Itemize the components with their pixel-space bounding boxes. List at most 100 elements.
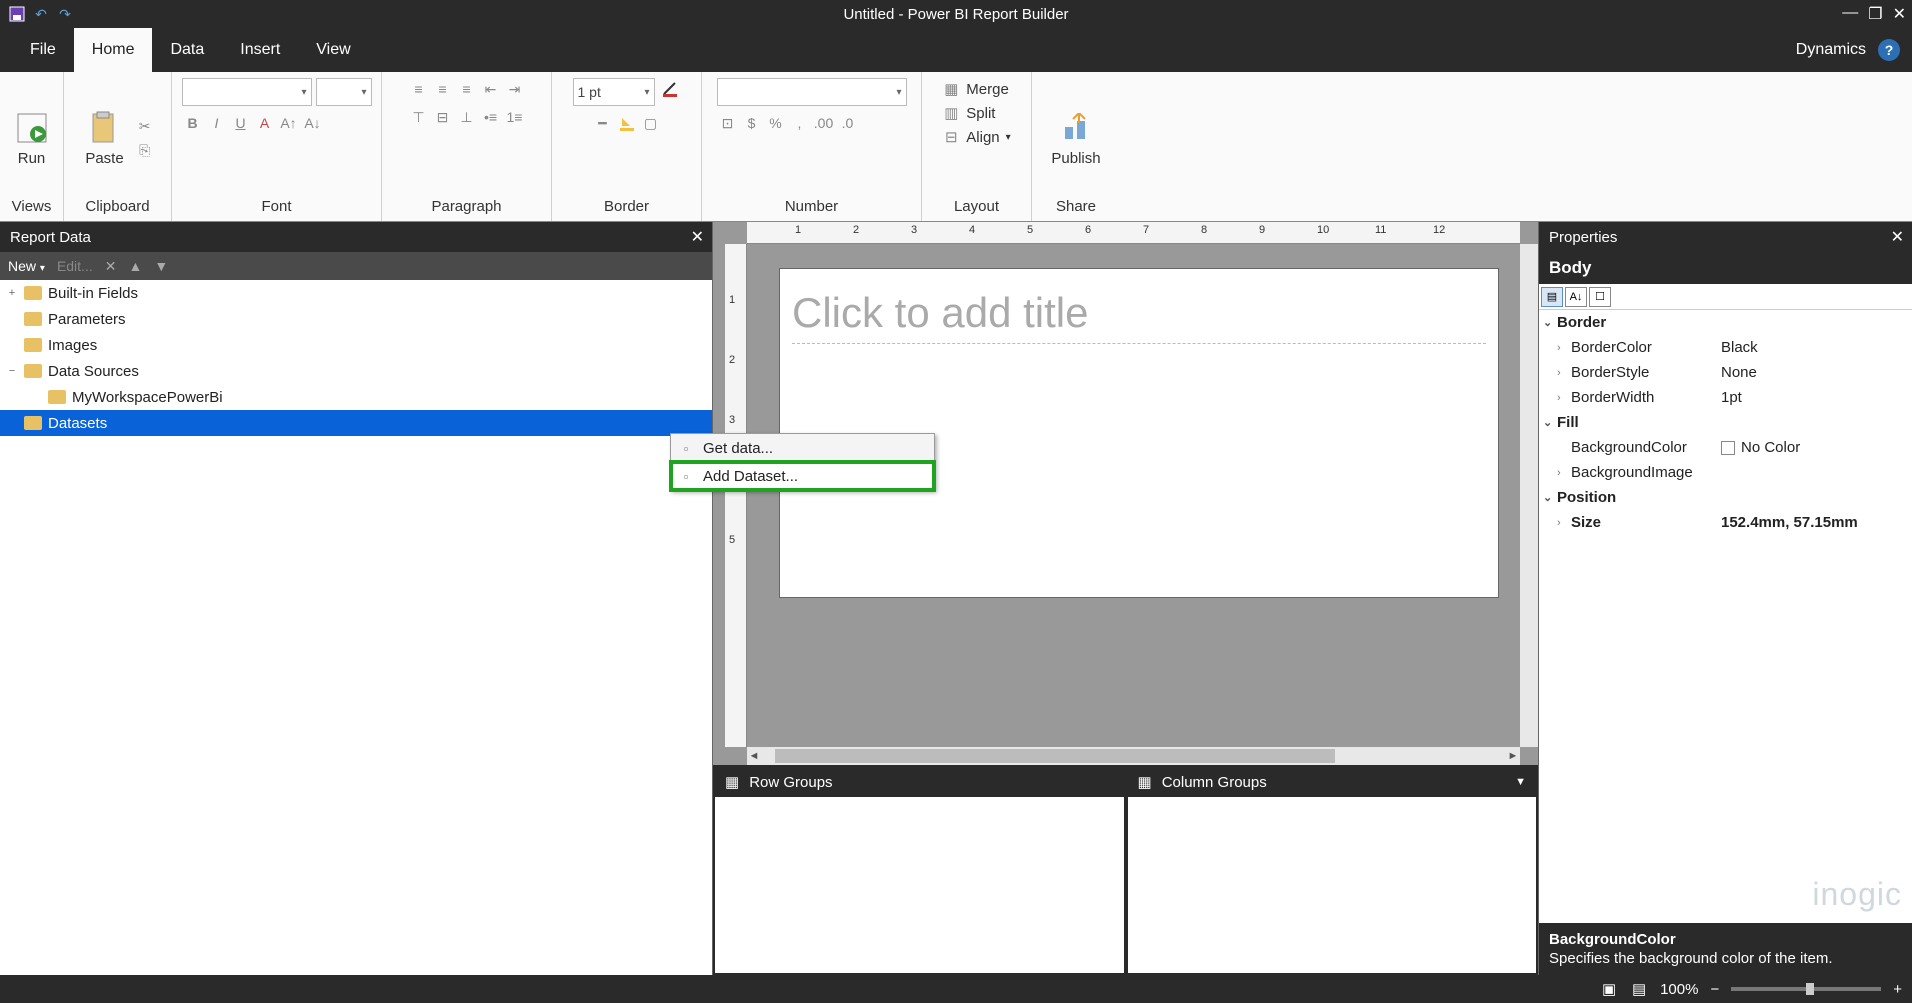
- decrease-indent-icon[interactable]: ⇤: [480, 78, 502, 100]
- alphabetical-icon[interactable]: A↓: [1565, 287, 1587, 307]
- design-surface[interactable]: 123456789101112 1 2 3 4 5 Click to add t…: [713, 222, 1538, 765]
- tree-item[interactable]: Datasets: [0, 410, 712, 436]
- border-color-icon[interactable]: [659, 78, 681, 100]
- bold-icon[interactable]: B: [182, 112, 204, 134]
- property-grid[interactable]: ⌄Border›BorderColorBlack›BorderStyleNone…: [1539, 310, 1912, 923]
- categorized-icon[interactable]: ▤: [1541, 287, 1563, 307]
- grow-font-icon[interactable]: A↑: [278, 112, 300, 134]
- bullets-icon[interactable]: •≡: [480, 106, 502, 128]
- dynamics-link[interactable]: Dynamics: [1796, 41, 1866, 59]
- vertical-scrollbar[interactable]: [1520, 244, 1538, 747]
- preview-icon[interactable]: ▤: [1630, 980, 1648, 998]
- row-groups-body[interactable]: [715, 797, 1124, 973]
- align-button[interactable]: ⊟Align ▾: [938, 126, 1014, 148]
- property-desc-text: Specifies the background color of the it…: [1549, 950, 1902, 967]
- comma-icon[interactable]: ,: [789, 112, 811, 134]
- merge-button[interactable]: ▦Merge: [938, 78, 1013, 100]
- group-paragraph-label: Paragraph: [431, 198, 501, 217]
- font-size-combo[interactable]: ▾: [316, 78, 372, 106]
- paste-label: Paste: [85, 150, 123, 167]
- chevron-down-icon[interactable]: ▼: [1515, 776, 1526, 788]
- shrink-font-icon[interactable]: A↓: [302, 112, 324, 134]
- cut-icon[interactable]: ✂: [134, 115, 156, 137]
- align-top-icon[interactable]: ⊤: [408, 106, 430, 128]
- font-color-icon[interactable]: A: [254, 112, 276, 134]
- close-icon[interactable]: ✕: [1891, 227, 1904, 247]
- percent-icon[interactable]: %: [765, 112, 787, 134]
- delete-icon[interactable]: ✕: [105, 258, 117, 275]
- selected-object-label: Body: [1539, 252, 1912, 284]
- report-data-toolbar: New ▾ Edit... ✕ ▲ ▼: [0, 252, 712, 280]
- tree-item[interactable]: −Data Sources: [0, 358, 712, 384]
- save-icon[interactable]: [8, 5, 26, 23]
- align-middle-icon[interactable]: ⊟: [432, 106, 454, 128]
- move-up-icon[interactable]: ▲: [128, 258, 142, 274]
- border-style-icon[interactable]: ━: [592, 112, 614, 134]
- design-view-icon[interactable]: ▣: [1600, 980, 1618, 998]
- run-button[interactable]: Run: [8, 106, 56, 171]
- italic-icon[interactable]: I: [206, 112, 228, 134]
- tab-data[interactable]: Data: [152, 28, 222, 72]
- property-row[interactable]: ›Size152.4mm, 57.15mm: [1539, 510, 1912, 535]
- underline-icon[interactable]: U: [230, 112, 252, 134]
- property-row[interactable]: ›BackgroundImage: [1539, 460, 1912, 485]
- tree-item[interactable]: Images: [0, 332, 712, 358]
- split-button[interactable]: ▥Split: [938, 102, 999, 124]
- borders-icon[interactable]: ▢: [640, 112, 662, 134]
- tree-item[interactable]: MyWorkspacePowerBi: [0, 384, 712, 410]
- increase-indent-icon[interactable]: ⇥: [504, 78, 526, 100]
- align-bottom-icon[interactable]: ⊥: [456, 106, 478, 128]
- tree-item[interactable]: Parameters: [0, 306, 712, 332]
- decrease-decimal-icon[interactable]: .0: [837, 112, 859, 134]
- align-left-icon[interactable]: ≡: [408, 78, 430, 100]
- property-category[interactable]: ⌄Position: [1539, 485, 1912, 510]
- copy-icon[interactable]: ⎘: [134, 139, 156, 161]
- move-down-icon[interactable]: ▼: [154, 258, 168, 274]
- tab-home[interactable]: Home: [74, 28, 153, 72]
- property-pages-icon[interactable]: ☐: [1589, 287, 1611, 307]
- help-icon[interactable]: ?: [1878, 39, 1900, 61]
- context-menu-item[interactable]: ▫Add Dataset...: [671, 462, 934, 490]
- currency-icon[interactable]: ⊡: [717, 112, 739, 134]
- new-button[interactable]: New ▾: [8, 258, 45, 274]
- property-row[interactable]: ›BorderColorBlack: [1539, 335, 1912, 360]
- run-label: Run: [18, 150, 46, 167]
- zoom-out-icon[interactable]: −: [1710, 981, 1719, 998]
- close-window-icon[interactable]: ✕: [1893, 4, 1906, 24]
- undo-icon[interactable]: ↶: [32, 5, 50, 23]
- edit-button[interactable]: Edit...: [57, 258, 93, 274]
- redo-icon[interactable]: ↷: [56, 5, 74, 23]
- zoom-in-icon[interactable]: +: [1893, 981, 1902, 998]
- minimize-icon[interactable]: —: [1842, 4, 1858, 24]
- property-row[interactable]: ›BorderStyleNone: [1539, 360, 1912, 385]
- column-groups-body[interactable]: [1128, 797, 1537, 973]
- property-row[interactable]: BackgroundColorNo Color: [1539, 435, 1912, 460]
- number-format-combo[interactable]: ▾: [717, 78, 907, 106]
- align-right-icon[interactable]: ≡: [456, 78, 478, 100]
- maximize-icon[interactable]: ❐: [1868, 4, 1882, 24]
- fill-color-icon[interactable]: [616, 112, 638, 134]
- close-icon[interactable]: ✕: [691, 227, 704, 247]
- horizontal-scrollbar[interactable]: ◄►: [747, 747, 1520, 765]
- context-menu-item[interactable]: ▫Get data...: [671, 434, 934, 462]
- publish-button[interactable]: Publish: [1045, 106, 1106, 171]
- title-placeholder[interactable]: Click to add title: [792, 283, 1486, 344]
- tab-file[interactable]: File: [12, 28, 74, 72]
- align-center-icon[interactable]: ≡: [432, 78, 454, 100]
- dollar-icon[interactable]: $: [741, 112, 763, 134]
- property-category[interactable]: ⌄Border: [1539, 310, 1912, 335]
- property-category[interactable]: ⌄Fill: [1539, 410, 1912, 435]
- numbering-icon[interactable]: 1≡: [504, 106, 526, 128]
- zoom-slider[interactable]: [1731, 987, 1881, 991]
- group-font-label: Font: [261, 198, 291, 217]
- property-row[interactable]: ›BorderWidth1pt: [1539, 385, 1912, 410]
- font-family-combo[interactable]: ▾: [182, 78, 312, 106]
- tree-item[interactable]: +Built-in Fields: [0, 280, 712, 306]
- app-title: Untitled - Power BI Report Builder: [843, 6, 1068, 23]
- paste-button[interactable]: Paste: [79, 106, 129, 171]
- increase-decimal-icon[interactable]: .00: [813, 112, 835, 134]
- tab-insert[interactable]: Insert: [222, 28, 298, 72]
- tab-view[interactable]: View: [298, 28, 368, 72]
- property-description: BackgroundColor Specifies the background…: [1539, 923, 1912, 975]
- border-width-combo[interactable]: 1 pt▾: [573, 78, 655, 106]
